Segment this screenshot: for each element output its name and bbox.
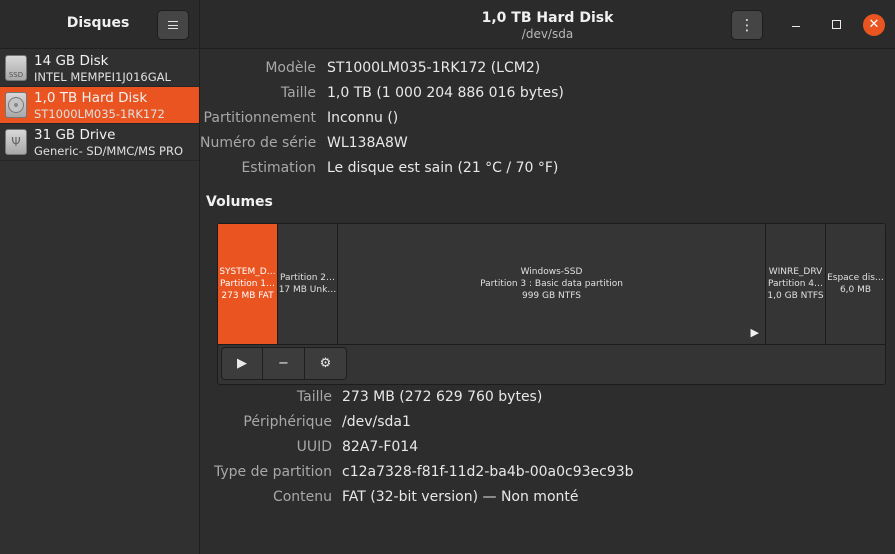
partition-options-button[interactable]: ⚙ xyxy=(305,347,347,380)
disk-menu-button[interactable]: ⋮ xyxy=(731,10,763,40)
maximize-button[interactable] xyxy=(826,15,846,35)
partition-number: Partition 4… xyxy=(767,279,824,289)
gears-icon: ⚙ xyxy=(319,356,332,371)
close-icon: ✕ xyxy=(868,17,880,32)
hamburger-menu-icon xyxy=(168,21,178,29)
vol-row-partition-type: Type de partition c12a7328-f81f-11d2-ba4… xyxy=(0,464,895,484)
info-label: Numéro de série xyxy=(200,135,317,151)
vol-row-size: Taille 273 MB (272 629 760 bytes) xyxy=(0,389,895,409)
info-row-serial: Numéro de série WL138A8W xyxy=(0,135,895,155)
free-space[interactable]: Espace dis… 6,0 MB xyxy=(826,224,885,344)
minimize-button[interactable] xyxy=(786,15,806,35)
info-label: Partitionnement xyxy=(203,110,316,126)
partition-bar: SYSTEM_D… Partition 1… 273 MB FAT Partit… xyxy=(218,224,885,345)
vol-row-device: Périphérique /dev/sda1 xyxy=(0,414,895,434)
info-value: WL138A8W xyxy=(327,135,408,151)
minus-icon: − xyxy=(278,356,289,371)
minimize-icon xyxy=(792,26,800,27)
info-row-size: Taille 1,0 TB (1 000 204 886 016 bytes) xyxy=(0,85,895,105)
vertical-dots-icon: ⋮ xyxy=(739,16,755,34)
partition-number: Partition 3 : Basic data partition xyxy=(480,279,623,289)
partition-size: 999 GB NTFS xyxy=(521,291,581,301)
info-label: Périphérique xyxy=(243,414,332,430)
partition-label: Windows-SSD xyxy=(520,267,583,277)
info-row-partitioning: Partitionnement Inconnu () xyxy=(0,110,895,130)
mount-button[interactable]: ▶ xyxy=(221,347,263,380)
mounted-play-icon: ▶ xyxy=(750,326,759,339)
info-value: 273 MB (272 629 760 bytes) xyxy=(342,389,543,405)
info-value: 82A7-F014 xyxy=(342,439,419,455)
vol-row-uuid: UUID 82A7-F014 xyxy=(0,439,895,459)
sidebar-header: Disques xyxy=(0,0,199,49)
close-button[interactable]: ✕ xyxy=(863,14,885,36)
info-value: 1,0 TB (1 000 204 886 016 bytes) xyxy=(327,85,564,101)
info-label: Estimation xyxy=(241,160,316,176)
vol-row-contents: Contenu FAT (32-bit version) — Non monté xyxy=(0,489,895,509)
partition-4[interactable]: WINRE_DRV Partition 4… 1,0 GB NTFS xyxy=(766,224,826,344)
partition-1[interactable]: SYSTEM_D… Partition 1… 273 MB FAT xyxy=(218,224,278,344)
delete-partition-button[interactable]: − xyxy=(263,347,305,380)
info-value: c12a7328-f81f-11d2-ba4b-00a0c93ec93b xyxy=(342,464,634,480)
info-value: /dev/sda1 xyxy=(342,414,411,430)
partition-size: 6,0 MB xyxy=(839,285,872,295)
partition-2[interactable]: Partition 2… 17 MB Unk… xyxy=(278,224,338,344)
info-value: Inconnu () xyxy=(327,110,399,126)
partition-size: 273 MB FAT xyxy=(221,291,274,301)
maximize-icon xyxy=(831,20,841,29)
play-icon: ▶ xyxy=(237,356,247,371)
info-value: Le disque est sain (21 °C / 70 °F) xyxy=(327,160,559,176)
partition-label: WINRE_DRV xyxy=(768,267,823,277)
header-bar: 1,0 TB Hard Disk /dev/sda ⋮ ✕ xyxy=(200,0,895,49)
partition-number: Partition 2… xyxy=(279,273,336,283)
info-value: FAT (32-bit version) — Non monté xyxy=(342,489,579,505)
info-value: ST1000LM035-1RK172 (LCM2) xyxy=(327,60,541,76)
partition-size: 17 MB Unk… xyxy=(278,285,337,295)
app-menu-button[interactable] xyxy=(157,10,189,40)
volumes-heading: Volumes xyxy=(206,194,273,210)
partition-label: SYSTEM_D… xyxy=(219,267,276,277)
partition-label: Espace dis… xyxy=(827,273,884,283)
info-label: Contenu xyxy=(272,489,332,505)
info-label: Type de partition xyxy=(214,464,332,480)
partition-3[interactable]: Windows-SSD Partition 3 : Basic data par… xyxy=(338,224,766,344)
info-label: UUID xyxy=(296,439,332,455)
volume-toolbar: ▶ − ⚙ xyxy=(221,347,347,381)
info-label: Modèle xyxy=(265,60,316,76)
partition-number: Partition 1… xyxy=(219,279,276,289)
info-label: Taille xyxy=(280,85,316,101)
info-label: Taille xyxy=(296,389,332,405)
partition-size: 1,0 GB NTFS xyxy=(767,291,824,301)
info-row-model: Modèle ST1000LM035-1RK172 (LCM2) xyxy=(0,60,895,80)
volume-map: SYSTEM_D… Partition 1… 273 MB FAT Partit… xyxy=(217,223,886,385)
info-row-assessment: Estimation Le disque est sain (21 °C / 7… xyxy=(0,160,895,180)
